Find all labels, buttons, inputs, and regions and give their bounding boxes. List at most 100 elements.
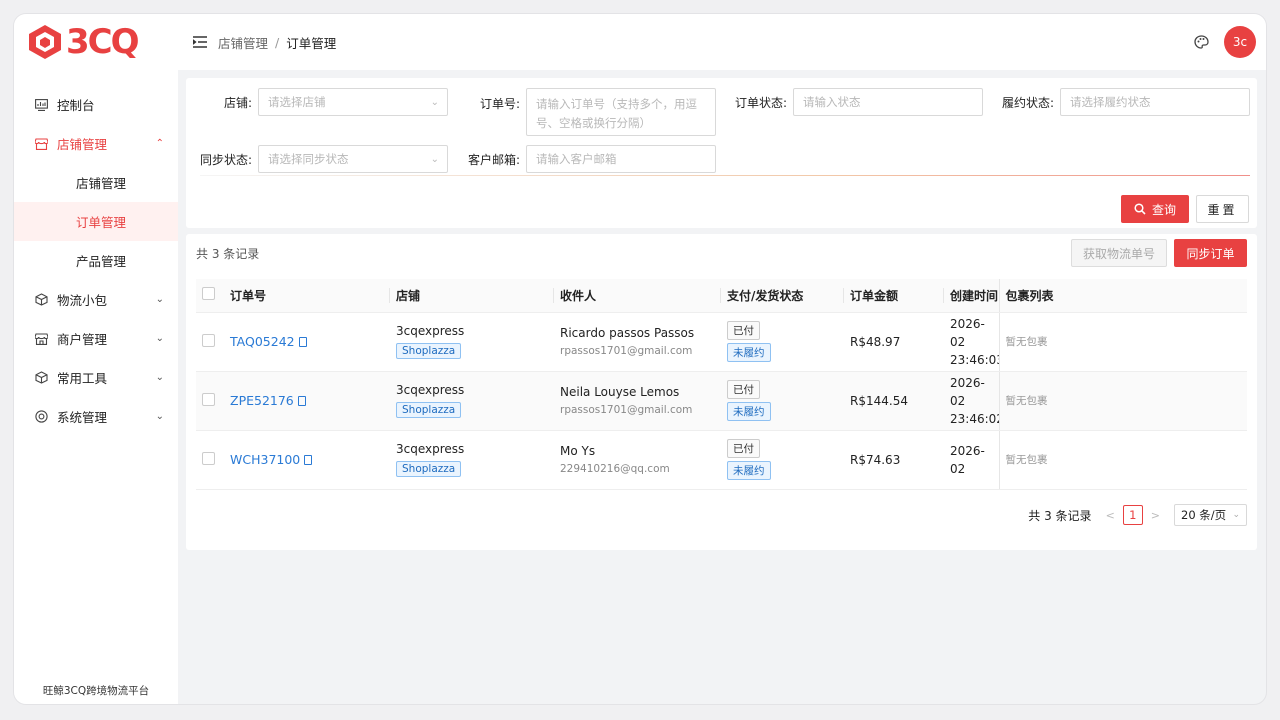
table-row: WCH37100 3cqexpress Shoplazza Mo Ys 229410…: [196, 430, 1247, 490]
recipient-email: rpassos1701@gmail.com: [560, 345, 693, 357]
sidebar-subitem-orders[interactable]: 订单管理: [14, 202, 178, 241]
sidebar-item-label: 商户管理: [57, 332, 108, 347]
avatar[interactable]: 3c: [1224, 26, 1256, 58]
order-number-link[interactable]: ZPE52176: [230, 393, 294, 408]
sidebar-item-label: 系统管理: [57, 410, 108, 425]
column-header: 收件人: [554, 279, 721, 313]
sidebar-item-merchants[interactable]: 商户管理 ⌄: [14, 319, 178, 358]
column-header: 店铺: [390, 279, 554, 313]
order-amount: R$48.97: [844, 312, 944, 372]
select-all-checkbox[interactable]: [202, 287, 215, 301]
page-size-select[interactable]: 20 条/页 ⌄: [1174, 504, 1247, 526]
created-date: 2026-02: [950, 316, 985, 349]
copy-icon[interactable]: [298, 337, 307, 347]
merchant-icon: [34, 332, 48, 346]
order-status-input[interactable]: 请输入状态: [793, 88, 983, 116]
fetch-tracking-button[interactable]: 获取物流单号: [1071, 239, 1167, 267]
sidebar-item-tools[interactable]: 常用工具 ⌄: [14, 358, 178, 397]
column-header: 创建时间: [944, 279, 999, 313]
payment-status-badge: 已付: [727, 380, 760, 399]
sidebar-item-label: 店铺管理: [57, 137, 108, 152]
breadcrumb-current: 订单管理: [286, 35, 337, 51]
pagination-total: 共 3 条记录: [1028, 508, 1092, 523]
chevron-up-icon: ⌃: [155, 138, 164, 149]
chevron-down-icon: ⌄: [1232, 510, 1240, 520]
order-status-filter-label: 订单状态:: [734, 95, 787, 110]
created-time: 23:46:03: [950, 352, 999, 367]
order-number-link[interactable]: TAQ05242: [230, 334, 295, 349]
sidebar-subitem-shops[interactable]: 店铺管理: [14, 163, 178, 202]
row-checkbox[interactable]: [202, 451, 215, 465]
logo-cube-icon: [29, 25, 61, 59]
menu-toggle-icon[interactable]: [192, 34, 208, 50]
breadcrumb-parent[interactable]: 店铺管理: [218, 33, 268, 52]
package-list: 暂无包裹: [1005, 395, 1048, 407]
logo-text: 3CQ: [66, 22, 140, 62]
sidebar-item-logistics[interactable]: 物流小包 ⌄: [14, 280, 178, 319]
order-amount: R$74.63: [844, 430, 944, 490]
row-checkbox[interactable]: [202, 392, 215, 406]
recipient-name: Neila Louyse Lemos: [560, 385, 680, 399]
shop-select[interactable]: 请选择店铺 ⌄: [258, 88, 448, 116]
recipient-name: Ricardo passos Passos: [560, 326, 695, 340]
column-header: 支付/发货状态: [721, 279, 844, 313]
reset-button[interactable]: 重置: [1196, 195, 1249, 223]
sidebar-item-dashboard[interactable]: 控制台: [14, 85, 178, 124]
sync-status-filter-label: 同步状态:: [199, 152, 252, 167]
main-content: 店铺: 请选择店铺 ⌄ 订单号: 请输入订单号（支持多个，用逗号、空格或换行分隔…: [178, 70, 1266, 704]
order-number-link[interactable]: WCH37100: [230, 452, 300, 467]
shop-name: 3cqexpress: [396, 324, 465, 338]
column-header: 订单号: [224, 279, 390, 313]
payment-status-badge: 已付: [727, 321, 760, 340]
top-bar: 3CQ 店铺管理 / 订单管理 3c: [14, 14, 1266, 70]
sidebar-item-shop-management[interactable]: 店铺管理 ⌃: [14, 124, 178, 163]
settings-icon: [34, 410, 48, 424]
platform-badge: Shoplazza: [396, 402, 462, 418]
chevron-down-icon: ⌄: [155, 333, 164, 344]
prev-page-icon[interactable]: <: [1106, 509, 1115, 522]
column-header-label: 创建时间: [950, 288, 999, 303]
next-page-icon[interactable]: >: [1151, 509, 1160, 522]
chevron-down-icon: ⌄: [430, 96, 439, 108]
palette-icon[interactable]: [1192, 33, 1210, 51]
created-date: 2026-02: [950, 375, 985, 408]
column-header-label: 包裹列表: [1005, 288, 1054, 303]
recipient-email: 229410216@qq.com: [560, 463, 670, 475]
sync-status-select[interactable]: 请选择同步状态 ⌄: [258, 145, 448, 173]
divider: [200, 175, 1250, 176]
shop-filter-label: 店铺:: [223, 95, 252, 110]
email-input[interactable]: 请输入客户邮箱: [526, 145, 716, 173]
row-checkbox[interactable]: [202, 333, 215, 347]
page-number[interactable]: 1: [1122, 505, 1143, 525]
fulfillment-status-badge: 未履约: [727, 461, 771, 480]
column-header-label: 收件人: [560, 288, 597, 303]
shop-icon: [34, 137, 48, 151]
chevron-down-icon: ⌄: [155, 372, 164, 383]
platform-badge: Shoplazza: [396, 461, 462, 477]
dashboard-icon: [34, 98, 48, 112]
package-list: 暂无包裹: [1005, 336, 1048, 348]
sidebar-item-system[interactable]: 系统管理 ⌄: [14, 397, 178, 436]
pagination: 共 3 条记录 < 1 > 20 条/页 ⌄: [1028, 504, 1247, 526]
copy-icon[interactable]: [297, 396, 306, 406]
fulfillment-status-badge: 未履约: [727, 343, 771, 362]
breadcrumb: 店铺管理 / 订单管理: [218, 33, 336, 52]
column-header-label: 支付/发货状态: [727, 288, 804, 303]
copy-icon[interactable]: [304, 455, 313, 465]
query-button[interactable]: 查询: [1121, 195, 1189, 223]
page-size-value: 20 条/页: [1181, 508, 1227, 522]
app-window: 3CQ 店铺管理 / 订单管理 3c 控制台 店铺管理 ⌃ 店铺管理 订单管理: [14, 14, 1266, 704]
order-no-filter-label: 订单号:: [479, 97, 520, 111]
sync-status-placeholder: 请选择同步状态: [268, 152, 349, 166]
column-header: 包裹列表: [998, 279, 1247, 313]
sync-orders-button[interactable]: 同步订单: [1174, 239, 1247, 267]
sidebar-subitem-products[interactable]: 产品管理: [14, 241, 178, 280]
payment-status-badge: 已付: [727, 439, 760, 458]
select-all-cell: [196, 279, 224, 313]
order-no-input[interactable]: 请输入订单号（支持多个，用逗号、空格或换行分隔）: [526, 88, 716, 136]
logo[interactable]: 3CQ: [14, 14, 178, 70]
shop-name: 3cqexpress: [396, 383, 465, 397]
fulfill-status-select[interactable]: 请选择履约状态: [1060, 88, 1250, 116]
sidebar-item-label: 常用工具: [57, 371, 108, 386]
order-amount: R$144.54: [844, 371, 944, 431]
